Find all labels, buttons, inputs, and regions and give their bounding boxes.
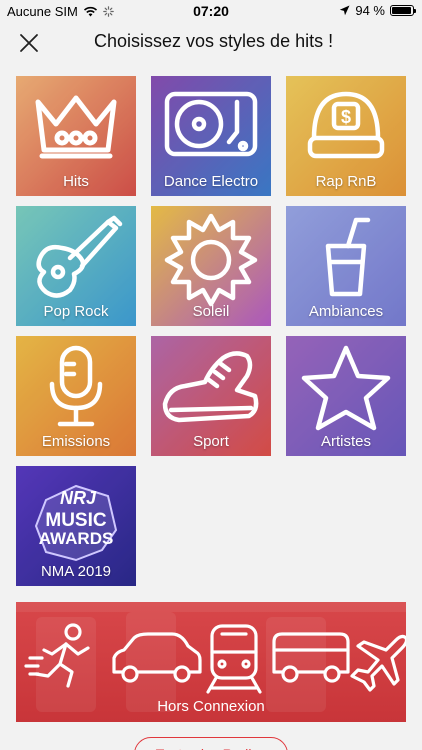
location-arrow-icon <box>340 5 350 16</box>
style-tile-hits[interactable]: Hits <box>16 76 136 196</box>
svg-text:$: $ <box>341 107 351 127</box>
svg-text:AWARDS: AWARDS <box>39 529 114 548</box>
tile-label: Dance Electro <box>163 173 259 190</box>
style-tile-pop-rock[interactable]: Pop Rock <box>16 206 136 326</box>
tile-label: Hits <box>63 173 89 190</box>
tile-label: Emissions <box>41 433 111 450</box>
battery-fill <box>392 7 411 14</box>
style-tile-nma-2019[interactable]: NRJ MUSIC AWARDS NMA 2019 <box>16 466 136 586</box>
tile-label: Rap RnB <box>315 173 377 190</box>
train-icon <box>206 624 262 694</box>
tile-label: Sport <box>193 433 229 450</box>
svg-text:MUSIC: MUSIC <box>45 510 107 531</box>
style-tile-ambiances[interactable]: Ambiances <box>286 206 406 326</box>
page-title: Choisissez vos styles de hits ! <box>94 31 334 51</box>
offline-label: Hors Connexion <box>157 698 265 715</box>
tile-label: Ambiances <box>308 303 384 320</box>
style-tile-emissions[interactable]: Emissions <box>16 336 136 456</box>
battery-percent: 94 % <box>355 3 385 18</box>
tile-label: Soleil <box>192 303 230 320</box>
tile-label: Pop Rock <box>43 303 109 320</box>
style-tile-artistes[interactable]: Artistes <box>286 336 406 456</box>
close-icon <box>20 34 38 52</box>
plane-icon <box>350 634 406 692</box>
svg-text:NRJ: NRJ <box>60 488 97 508</box>
tile-label: Artistes <box>320 433 371 450</box>
style-tile-sport[interactable]: Sport <box>151 336 271 456</box>
header: Choisissez vos styles de hits ! <box>0 26 422 58</box>
all-radios-button[interactable]: Toutes les Radios <box>134 737 288 750</box>
style-tile-soleil[interactable]: Soleil <box>151 206 271 326</box>
offline-tile[interactable]: Hors Connexion <box>16 602 406 722</box>
close-button[interactable] <box>18 32 40 54</box>
style-tile-dance-electro[interactable]: Dance Electro <box>151 76 271 196</box>
status-bar: Aucune SIM 07:20 94 % <box>0 0 422 22</box>
style-tile-rap-rnb[interactable]: $ Rap RnB <box>286 76 406 196</box>
battery-icon <box>390 5 416 16</box>
tile-label: NMA 2019 <box>40 563 112 580</box>
